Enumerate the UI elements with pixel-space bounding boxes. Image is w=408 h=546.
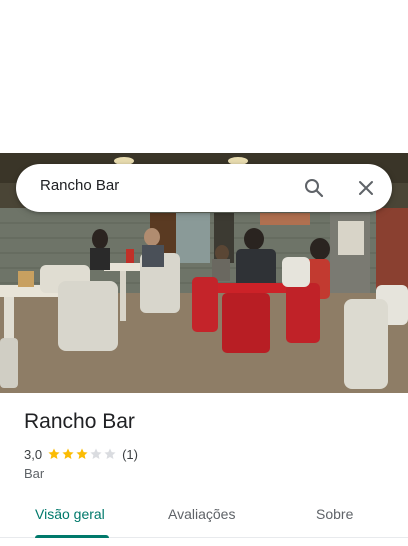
rating-stars (47, 447, 117, 461)
tab-reviews[interactable]: Avaliações (168, 506, 235, 522)
active-tab-indicator (35, 535, 109, 538)
search-box[interactable] (16, 164, 392, 212)
tab-bar: Visão geral Avaliações Sobre (0, 496, 408, 538)
close-icon[interactable] (354, 176, 378, 200)
rating-row[interactable]: 3,0 (1) (24, 445, 138, 463)
rating-value: 3,0 (24, 446, 43, 462)
search-icon[interactable] (302, 176, 326, 200)
star-empty-icon (104, 448, 116, 459)
review-count[interactable]: (1) (122, 447, 138, 462)
blank-area (0, 0, 408, 153)
tab-overview[interactable]: Visão geral (35, 506, 105, 522)
star-filled-icon (48, 448, 60, 459)
place-title: Rancho Bar (24, 410, 135, 433)
star-empty-icon (90, 448, 102, 459)
place-category[interactable]: Bar (24, 466, 44, 481)
tab-about[interactable]: Sobre (316, 506, 353, 522)
star-filled-icon (62, 448, 74, 459)
star-filled-icon (76, 448, 88, 459)
search-input[interactable] (40, 177, 280, 194)
